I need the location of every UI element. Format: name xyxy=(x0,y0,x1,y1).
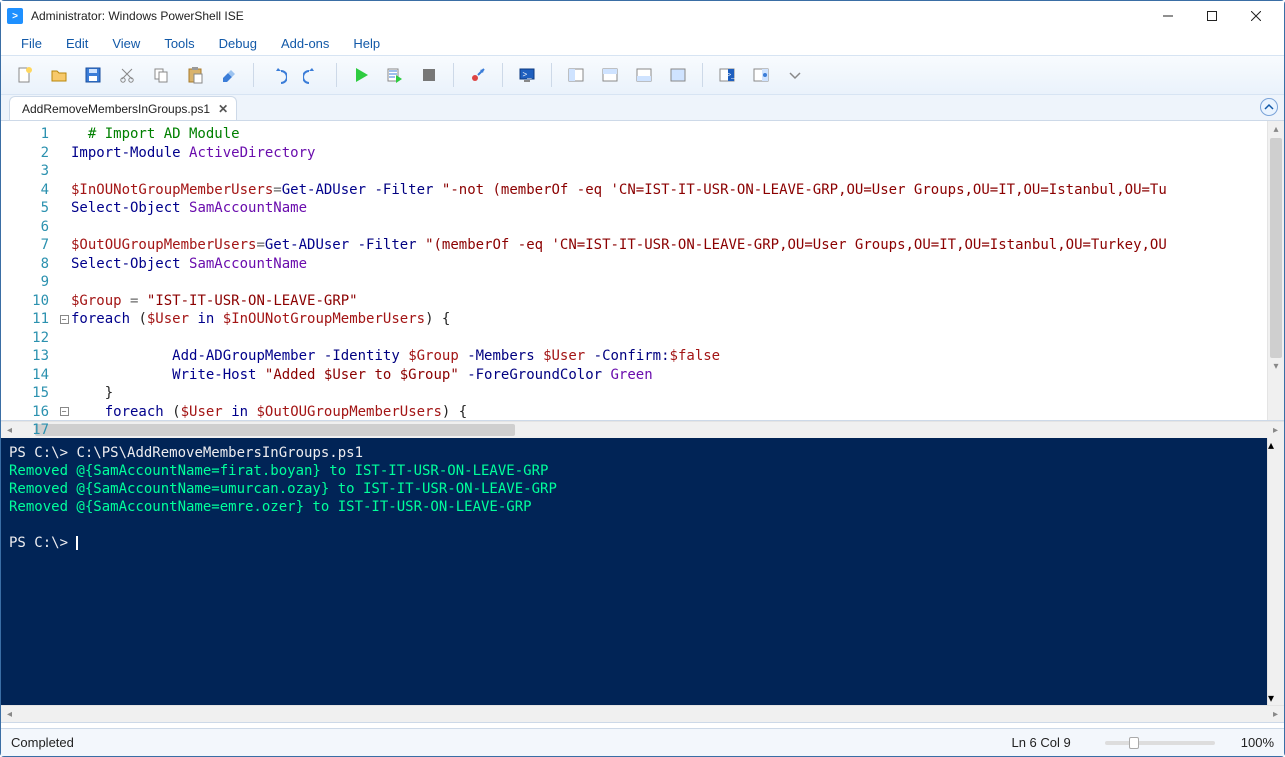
script-editor[interactable]: 1234567891011121314151617 −− # Import AD… xyxy=(1,121,1284,421)
status-text: Completed xyxy=(11,735,74,750)
copy-icon[interactable] xyxy=(145,59,177,91)
toolbar-separator xyxy=(702,63,703,87)
toolbar-separator xyxy=(551,63,552,87)
overflow-icon[interactable] xyxy=(779,59,811,91)
status-bar: Completed Ln 6 Col 9 100% xyxy=(1,728,1284,756)
remote-icon[interactable]: >_ xyxy=(511,59,543,91)
layout-side-icon[interactable] xyxy=(560,59,592,91)
tab-strip: AddRemoveMembersInGroups.ps1 ✕ xyxy=(1,95,1284,121)
save-icon[interactable] xyxy=(77,59,109,91)
app-icon: > xyxy=(7,8,23,24)
console-horizontal-scrollbar[interactable]: ◂ ▸ xyxy=(1,705,1284,722)
toolbar: >_ >_ xyxy=(1,55,1284,95)
menu-debug[interactable]: Debug xyxy=(209,34,267,53)
layout-top-icon[interactable] xyxy=(594,59,626,91)
menu-bar: File Edit View Tools Debug Add-ons Help xyxy=(1,31,1284,55)
menu-addons[interactable]: Add-ons xyxy=(271,34,339,53)
paste-icon[interactable] xyxy=(179,59,211,91)
menu-help[interactable]: Help xyxy=(343,34,390,53)
collapse-script-pane-button[interactable] xyxy=(1260,98,1278,116)
editor-horizontal-scrollbar[interactable]: ◂ ▸ xyxy=(1,421,1284,438)
menu-tools[interactable]: Tools xyxy=(154,34,204,53)
menu-view[interactable]: View xyxy=(102,34,150,53)
cut-icon[interactable] xyxy=(111,59,143,91)
console-vertical-scrollbar[interactable]: ▴ ▾ xyxy=(1267,438,1284,705)
clear-icon[interactable] xyxy=(213,59,245,91)
code-area[interactable]: # Import AD ModuleImport-Module ActiveDi… xyxy=(71,121,1267,420)
window-titlebar: > Administrator: Windows PowerShell ISE xyxy=(1,1,1284,31)
window-title: Administrator: Windows PowerShell ISE xyxy=(31,9,244,23)
menu-file[interactable]: File xyxy=(11,34,52,53)
run-icon[interactable] xyxy=(345,59,377,91)
stop-icon[interactable] xyxy=(413,59,445,91)
tab-label: AddRemoveMembersInGroups.ps1 xyxy=(22,102,210,116)
zoom-percent: 100% xyxy=(1241,735,1274,750)
toolbar-separator xyxy=(453,63,454,87)
svg-text:>_: >_ xyxy=(522,70,532,79)
script-tab[interactable]: AddRemoveMembersInGroups.ps1 ✕ xyxy=(9,96,237,120)
line-number-gutter: 1234567891011121314151617 xyxy=(1,121,57,420)
redo-icon[interactable] xyxy=(296,59,328,91)
layout-max-icon[interactable] xyxy=(662,59,694,91)
minimize-button[interactable] xyxy=(1146,2,1190,30)
toolbar-separator xyxy=(502,63,503,87)
tab-close-icon[interactable]: ✕ xyxy=(218,102,228,116)
zoom-slider-knob[interactable] xyxy=(1129,737,1139,749)
undo-icon[interactable] xyxy=(262,59,294,91)
close-button[interactable] xyxy=(1234,2,1278,30)
run-selection-icon[interactable] xyxy=(379,59,411,91)
console-pane[interactable]: PS C:\> C:\PS\AddRemoveMembersInGroups.p… xyxy=(1,438,1267,705)
breakpoint-icon[interactable] xyxy=(462,59,494,91)
line-column-indicator: Ln 6 Col 9 xyxy=(1011,735,1070,750)
addons-pane-icon[interactable] xyxy=(745,59,777,91)
commands-pane-icon[interactable]: >_ xyxy=(711,59,743,91)
fold-column[interactable]: −− xyxy=(57,121,71,420)
open-file-icon[interactable] xyxy=(43,59,75,91)
fold-toggle-icon[interactable]: − xyxy=(60,407,69,416)
editor-vertical-scrollbar[interactable]: ▴ ▾ xyxy=(1267,121,1284,420)
fold-toggle-icon[interactable]: − xyxy=(60,315,69,324)
new-file-icon[interactable] xyxy=(9,59,41,91)
console-pane-container: PS C:\> C:\PS\AddRemoveMembersInGroups.p… xyxy=(1,438,1284,705)
toolbar-separator xyxy=(336,63,337,87)
zoom-slider[interactable] xyxy=(1105,741,1215,745)
maximize-button[interactable] xyxy=(1190,2,1234,30)
toolbar-separator xyxy=(253,63,254,87)
menu-edit[interactable]: Edit xyxy=(56,34,98,53)
layout-bottom-icon[interactable] xyxy=(628,59,660,91)
svg-text:>_: >_ xyxy=(727,72,735,79)
